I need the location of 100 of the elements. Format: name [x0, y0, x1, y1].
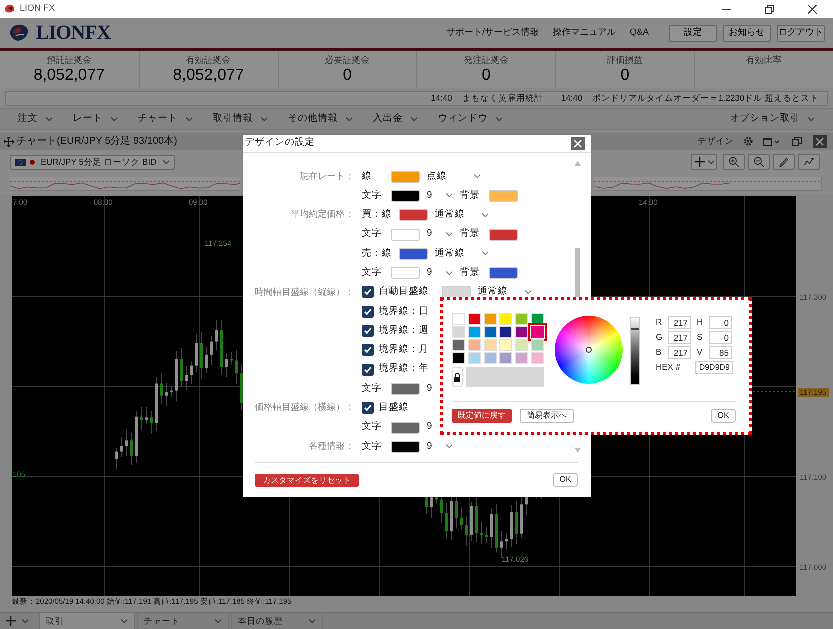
color-swatch[interactable]: [442, 286, 471, 298]
number-field[interactable]: 0: [709, 316, 732, 329]
number-field[interactable]: 217: [668, 331, 691, 344]
overview-chart[interactable]: [10, 177, 240, 191]
chart-tool-button[interactable]: [691, 154, 717, 170]
palette-swatch[interactable]: [499, 352, 512, 364]
chart-tool-button[interactable]: [723, 154, 745, 170]
color-swatch[interactable]: [391, 440, 420, 453]
color-swatch[interactable]: [391, 382, 420, 395]
menu-item[interactable]: 入出金: [373, 112, 418, 126]
checkbox[interactable]: [362, 364, 374, 376]
color-wheel-marker[interactable]: [586, 347, 592, 353]
palette-swatch[interactable]: [515, 326, 528, 338]
dropdown[interactable]: 点線: [427, 170, 481, 184]
checkbox[interactable]: [362, 325, 374, 338]
color-swatch[interactable]: [489, 228, 518, 241]
checkbox[interactable]: [362, 344, 374, 356]
header-button[interactable]: ログアウト: [777, 24, 825, 42]
menu-item[interactable]: その他情報: [288, 112, 353, 126]
lock-button[interactable]: [452, 367, 463, 387]
palette-swatch[interactable]: [515, 313, 528, 325]
header-link[interactable]: Q&A: [630, 26, 649, 40]
window-layout-icon[interactable]: [763, 136, 781, 146]
bottom-tab[interactable]: チャート: [137, 612, 229, 629]
number-field[interactable]: 217: [668, 346, 691, 359]
number-field[interactable]: 0: [709, 331, 732, 344]
palette-swatch[interactable]: [452, 326, 465, 338]
palette-swatch[interactable]: [484, 339, 497, 351]
palette-swatch[interactable]: [452, 352, 465, 364]
checkbox[interactable]: [362, 306, 374, 318]
palette-swatch[interactable]: [452, 313, 465, 325]
dropdown[interactable]: 通常線: [435, 246, 489, 261]
color-swatch[interactable]: [489, 190, 518, 202]
header-button[interactable]: 設定: [669, 24, 717, 42]
checkbox[interactable]: [362, 402, 374, 414]
scrollbar[interactable]: [574, 161, 581, 453]
palette-swatch[interactable]: [531, 352, 544, 364]
restore-icon[interactable]: [765, 4, 774, 14]
palette-swatch[interactable]: [484, 313, 497, 325]
ok-button[interactable]: OK: [553, 473, 578, 487]
palette-swatch[interactable]: [515, 352, 528, 364]
close-icon[interactable]: [808, 4, 817, 14]
color-swatch[interactable]: [399, 209, 428, 222]
dropdown[interactable]: 9: [427, 266, 453, 280]
ok-button[interactable]: OK: [711, 409, 736, 423]
palette-swatch[interactable]: [531, 326, 544, 338]
dropdown[interactable]: 9: [427, 227, 453, 242]
header-link[interactable]: 操作マニュアル: [552, 26, 616, 40]
number-field[interactable]: 85: [709, 346, 732, 359]
color-swatch[interactable]: [391, 170, 420, 183]
palette-swatch[interactable]: [468, 313, 481, 325]
color-swatch[interactable]: [391, 267, 420, 280]
palette-swatch[interactable]: [468, 326, 481, 338]
palette-swatch[interactable]: [515, 339, 528, 351]
header-button[interactable]: お知らせ: [723, 24, 771, 42]
number-field[interactable]: 217: [668, 316, 691, 329]
chart-tool-button[interactable]: [748, 154, 770, 170]
gear-icon[interactable]: [743, 136, 754, 147]
dropdown[interactable]: 9: [427, 188, 453, 204]
palette-swatch[interactable]: [531, 339, 544, 351]
header-link[interactable]: サポート/サービス情報: [446, 26, 539, 40]
dropdown[interactable]: 9: [427, 440, 453, 454]
color-swatch[interactable]: [391, 228, 420, 241]
palette-swatch[interactable]: [499, 339, 512, 351]
reset-default-button[interactable]: 既定値に戻す: [452, 409, 512, 423]
color-swatch[interactable]: [489, 267, 518, 280]
checkbox[interactable]: [362, 286, 374, 298]
slider-handle[interactable]: [631, 328, 639, 330]
brightness-slider[interactable]: [630, 317, 640, 385]
symbol-dropdown[interactable]: EUR/JPY 5分足 ローソク BID: [10, 154, 175, 170]
dropdown[interactable]: 通常線: [478, 285, 532, 300]
palette-swatch[interactable]: [468, 352, 481, 364]
bottom-tab[interactable]: 取引: [39, 612, 135, 629]
hex-field[interactable]: D9D9D9: [695, 361, 733, 374]
close-button[interactable]: [813, 135, 827, 148]
menu-item[interactable]: ウィンドウ: [438, 112, 503, 126]
palette-swatch[interactable]: [468, 339, 481, 351]
palette-swatch[interactable]: [531, 313, 544, 325]
menu-item[interactable]: オプション取引: [730, 112, 815, 126]
palette-swatch[interactable]: [484, 352, 497, 364]
palette-swatch[interactable]: [499, 326, 512, 338]
palette-swatch[interactable]: [452, 339, 465, 351]
close-button[interactable]: [571, 137, 585, 150]
design-button[interactable]: デザイン: [698, 135, 734, 148]
palette-swatch[interactable]: [484, 326, 497, 338]
bottom-tab[interactable]: 本日の履歴: [231, 612, 323, 629]
simple-view-button[interactable]: 簡易表示へ: [520, 409, 574, 423]
color-swatch[interactable]: [399, 248, 428, 260]
menu-item[interactable]: 注文: [18, 112, 53, 126]
menu-item[interactable]: 取引情報: [213, 112, 268, 126]
chart-tool-button[interactable]: [798, 154, 820, 170]
menu-item[interactable]: レート: [73, 112, 118, 126]
color-swatch[interactable]: [391, 190, 420, 202]
menu-item[interactable]: チャート: [138, 112, 193, 126]
chart-tool-button[interactable]: [773, 154, 795, 170]
color-swatch[interactable]: [391, 422, 420, 434]
reset-button[interactable]: カスタマイズをリセット: [255, 474, 359, 486]
plus-icon[interactable]: [6, 616, 16, 626]
palette-swatch[interactable]: [499, 313, 512, 325]
dropdown[interactable]: 通常線: [435, 208, 489, 222]
